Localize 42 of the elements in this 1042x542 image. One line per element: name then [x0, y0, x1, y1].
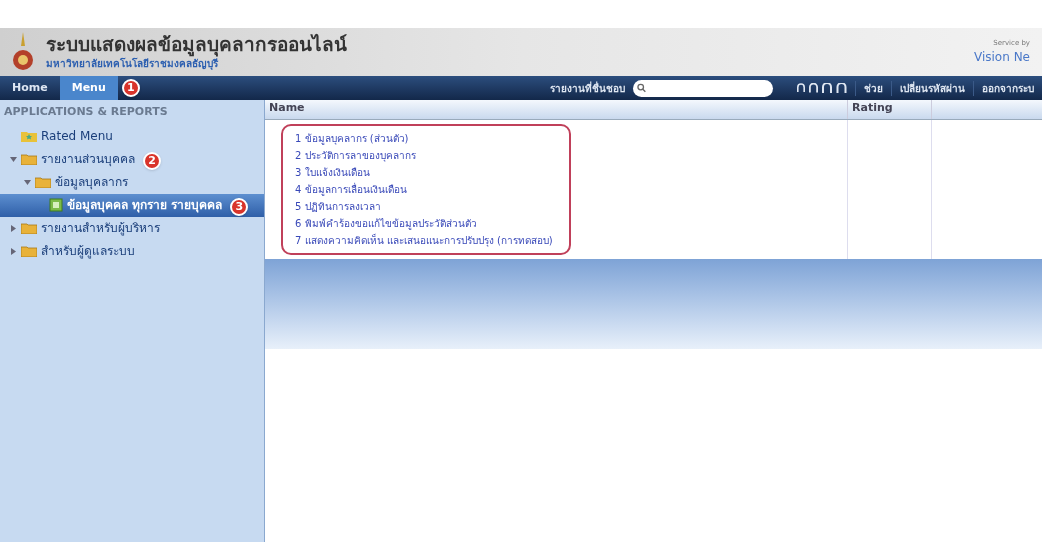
step-marker: 1	[121, 79, 140, 97]
folder-icon	[21, 222, 37, 234]
column-header: Rating	[847, 100, 931, 119]
folder-icon	[21, 245, 37, 257]
nav-tab[interactable]: Home	[0, 76, 60, 100]
tree-item[interactable]: ข้อมูลบุคลากร	[0, 170, 264, 194]
tree-item[interactable]: ข้อมูลบุคคล ทุกราย รายบุคคล 3	[0, 193, 264, 217]
search-field[interactable]	[633, 79, 773, 97]
report-link[interactable]: 4 ข้อมูลการเลื่อนเงินเดือน	[295, 181, 557, 198]
step-marker: 2	[143, 152, 161, 171]
folder-icon	[35, 176, 51, 188]
column-header: Name	[268, 100, 306, 116]
folder-icon	[21, 153, 37, 165]
report-link[interactable]: 7 แสดงความคิดเห็น และเสนอแนะการปรับปรุง (การทดสอบ)	[295, 232, 557, 249]
report-link[interactable]: 5 ปฏิทินการลงเวลา	[295, 198, 557, 215]
tree-item[interactable]: สำหรับผู้ดูแลระบบ	[0, 239, 264, 263]
font-size-icon[interactable]	[836, 83, 847, 93]
report-link[interactable]: 2 ประวัติการลาของบุคลากร	[295, 147, 557, 164]
nav-link[interactable]: ช่วย	[855, 80, 891, 96]
nav-tab[interactable]: Menu	[59, 76, 118, 100]
collapse-icon[interactable]	[24, 178, 31, 186]
expand-icon[interactable]	[10, 247, 17, 255]
vendor-name: Vision Ne	[974, 49, 1030, 67]
tree-item[interactable]: Rated Menu	[0, 124, 264, 148]
report-icon	[49, 198, 63, 212]
report-link[interactable]: 3 ใบแจ้งเงินเดือน	[295, 164, 557, 181]
favorites-label: รายงานที่ชื่นชอบ	[550, 80, 625, 96]
emblem-icon	[12, 32, 34, 72]
star-folder-icon	[21, 130, 37, 142]
university-name: มหาวิทยาลัยเทคโนโลยีราชมงคลธัญบุรี	[46, 57, 219, 72]
tree-item[interactable]: รายงานส่วนบุคคล 2	[0, 147, 264, 171]
expand-icon[interactable]	[10, 224, 17, 232]
tree-item[interactable]: รายงานสำหรับผู้บริหาร	[0, 216, 264, 240]
report-link[interactable]: 1 ข้อมูลบุคลากร (ส่วนตัว)	[295, 130, 557, 147]
report-link[interactable]: 6 พิมพ์คำร้องขอแก้ไขข้อมูลประวัติส่วนตัว	[295, 215, 557, 232]
search-icon	[637, 83, 647, 93]
sidebar-heading: APPLICATIONS & REPORTS	[3, 104, 169, 120]
nav-link[interactable]: ออกจากระบ	[973, 80, 1042, 96]
step-marker: 3	[230, 198, 249, 217]
collapse-icon[interactable]	[10, 155, 17, 163]
nav-link[interactable]: เปลี่ยนรหัสผ่าน	[891, 80, 973, 96]
app-title: ระบบแสดงผลข้อมูลบุคลากรออนไลน์	[46, 32, 348, 57]
